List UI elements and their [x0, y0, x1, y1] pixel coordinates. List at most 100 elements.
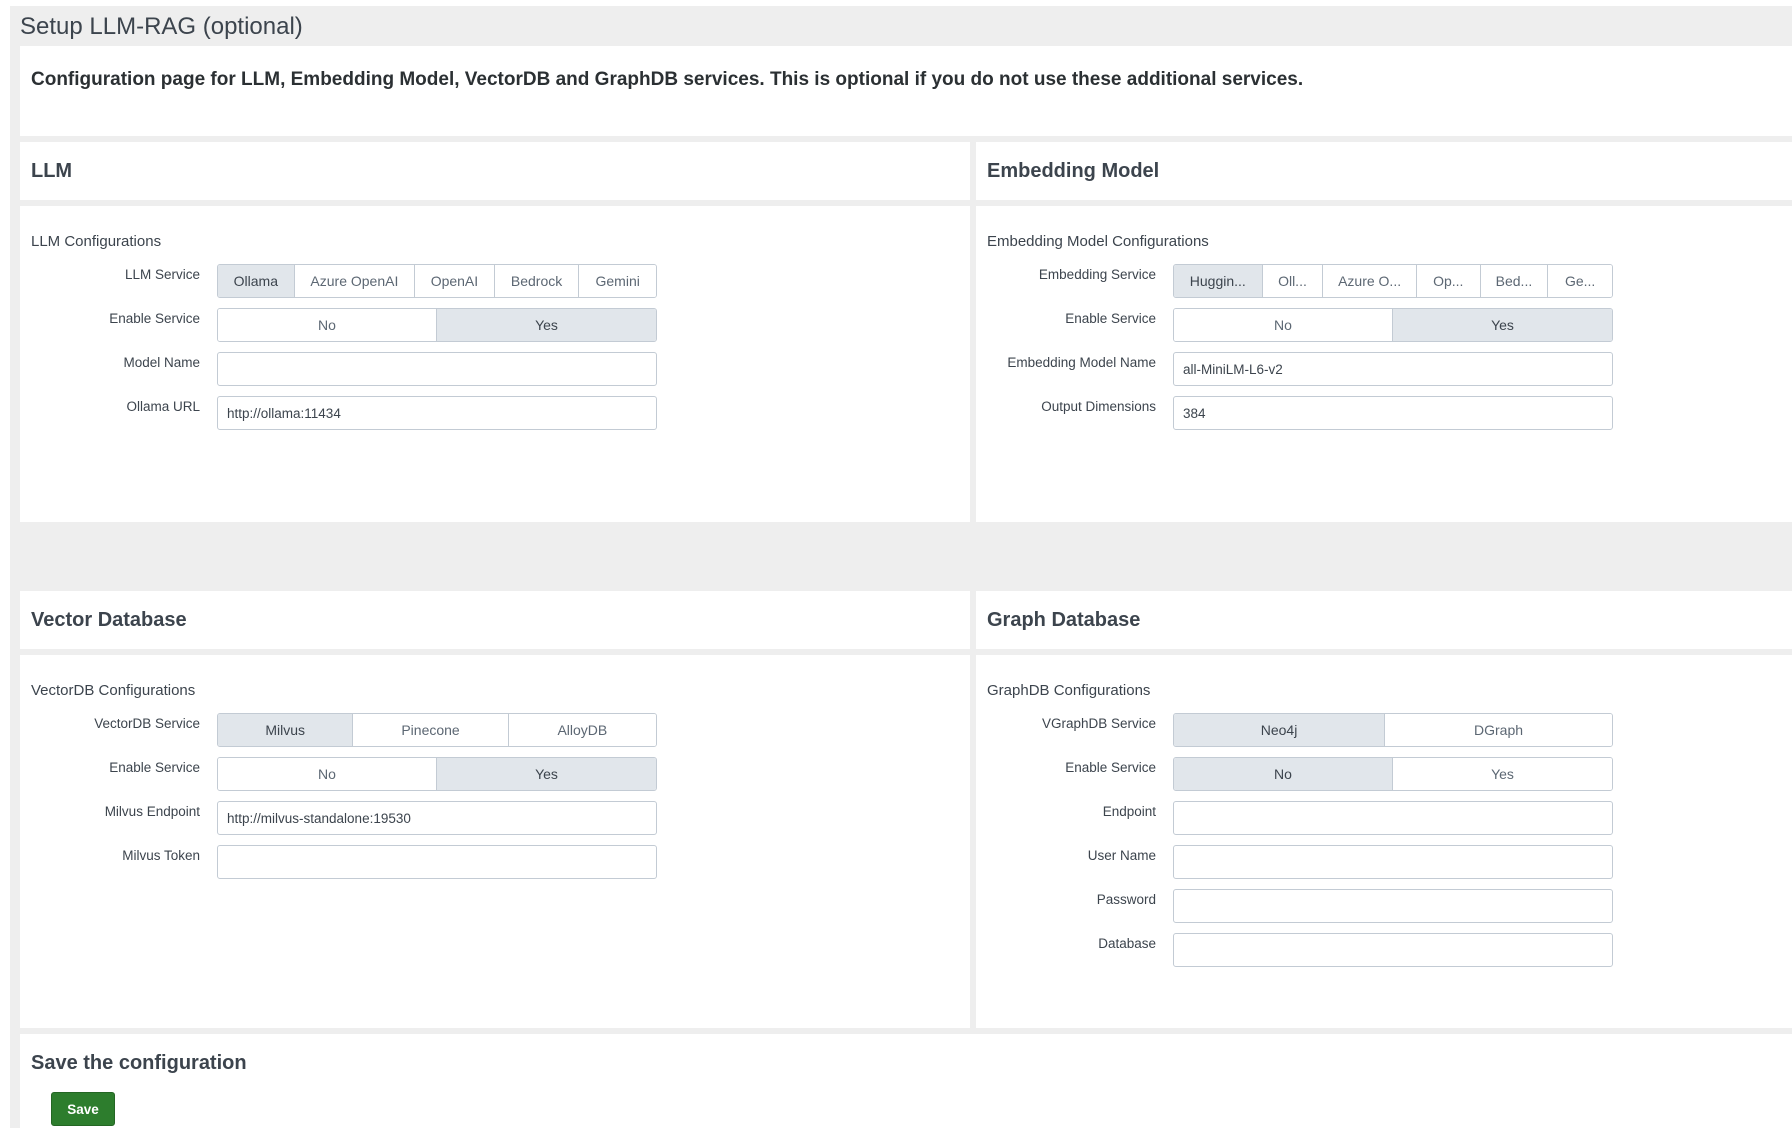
- milvus-token-row: Milvus Token: [20, 845, 970, 879]
- llm-model-name-input[interactable]: [217, 352, 657, 386]
- embedding-enable-row: Enable Service No Yes: [976, 308, 1792, 342]
- llm-service-option[interactable]: Gemini: [579, 265, 656, 297]
- embedding-panel: Embedding Model Embedding Model Configur…: [976, 142, 1792, 522]
- graphdb-endpoint-label: Endpoint: [1102, 804, 1156, 819]
- vectordb-enable-toggle: No Yes: [217, 757, 657, 791]
- embedding-dims-label: Output Dimensions: [1041, 399, 1156, 414]
- llm-panel-title: LLM: [31, 160, 73, 182]
- embedding-enable-toggle: No Yes: [1173, 308, 1613, 342]
- embedding-model-name-row: Embedding Model Name: [976, 352, 1792, 386]
- llm-configurations-label: LLM Configurations: [31, 233, 162, 250]
- embedding-enable-label: Enable Service: [1065, 311, 1156, 326]
- embedding-service-option[interactable]: Oll...: [1262, 265, 1324, 297]
- graphdb-service-row: VGraphDB Service Neo4j DGraph: [976, 713, 1792, 747]
- graphdb-username-label: User Name: [1087, 848, 1156, 863]
- embedding-service-option[interactable]: Op...: [1416, 265, 1481, 297]
- page-title: Setup LLM-RAG (optional): [20, 13, 303, 40]
- llm-enable-row: Enable Service No Yes: [20, 308, 970, 342]
- graphdb-endpoint-row: Endpoint: [976, 801, 1792, 835]
- embedding-service-option[interactable]: Azure O...: [1323, 265, 1417, 297]
- llm-service-option[interactable]: Ollama: [218, 265, 295, 297]
- vectordb-configurations-label: VectorDB Configurations: [31, 682, 196, 699]
- vectordb-enable-label: Enable Service: [109, 760, 200, 775]
- graphdb-database-label: Database: [1098, 936, 1156, 951]
- save-section: Save the configuration Save: [20, 1034, 1792, 1128]
- llm-model-name-label: Model Name: [123, 355, 200, 370]
- setup-page: Setup LLM-RAG (optional) Configuration p…: [10, 6, 1792, 1128]
- embedding-panel-title: Embedding Model: [987, 160, 1160, 182]
- save-section-title: Save the configuration: [31, 1052, 247, 1074]
- graphdb-configurations-label: GraphDB Configurations: [987, 682, 1151, 699]
- vectordb-panel: Vector Database VectorDB Configurations …: [20, 591, 970, 1028]
- graphdb-service-label: VGraphDB Service: [1041, 716, 1156, 731]
- graphdb-enable-yes[interactable]: Yes: [1393, 758, 1612, 790]
- graphdb-panel: Graph Database GraphDB Configurations VG…: [976, 591, 1792, 1028]
- graphdb-password-label: Password: [1096, 892, 1156, 907]
- llm-service-row: LLM Service Ollama Azure OpenAI OpenAI B…: [20, 264, 970, 298]
- graphdb-panel-header: Graph Database: [976, 591, 1792, 655]
- embedding-service-option[interactable]: Huggin...: [1174, 265, 1263, 297]
- vectordb-enable-no[interactable]: No: [218, 758, 437, 790]
- vectordb-enable-row: Enable Service No Yes: [20, 757, 970, 791]
- milvus-token-input[interactable]: [217, 845, 657, 879]
- vectordb-panel-header: Vector Database: [20, 591, 970, 655]
- llm-service-selector: Ollama Azure OpenAI OpenAI Bedrock Gemin…: [217, 264, 657, 298]
- graphdb-service-selector: Neo4j DGraph: [1173, 713, 1613, 747]
- llm-service-option[interactable]: Azure OpenAI: [294, 265, 416, 297]
- milvus-token-label: Milvus Token: [122, 848, 200, 863]
- intro-section: Configuration page for LLM, Embedding Mo…: [20, 46, 1792, 136]
- page-header: Setup LLM-RAG (optional): [10, 6, 1792, 46]
- llm-model-name-row: Model Name: [20, 352, 970, 386]
- graphdb-enable-no[interactable]: No: [1174, 758, 1393, 790]
- vectordb-service-label: VectorDB Service: [94, 716, 200, 731]
- graphdb-database-row: Database: [976, 933, 1792, 967]
- embedding-model-name-label: Embedding Model Name: [1007, 355, 1156, 370]
- llm-enable-yes[interactable]: Yes: [437, 309, 656, 341]
- graphdb-username-input[interactable]: [1173, 845, 1613, 879]
- llm-enable-no[interactable]: No: [218, 309, 437, 341]
- embedding-configurations-label: Embedding Model Configurations: [987, 233, 1209, 250]
- graphdb-service-option[interactable]: Neo4j: [1174, 714, 1386, 746]
- graphdb-enable-row: Enable Service No Yes: [976, 757, 1792, 791]
- page-description: Configuration page for LLM, Embedding Mo…: [31, 69, 1304, 90]
- embedding-model-name-input[interactable]: [1173, 352, 1613, 386]
- llm-service-label: LLM Service: [124, 267, 200, 282]
- save-button[interactable]: Save: [51, 1092, 115, 1126]
- graphdb-panel-title: Graph Database: [987, 609, 1141, 631]
- graphdb-enable-label: Enable Service: [1065, 760, 1156, 775]
- milvus-endpoint-row: Milvus Endpoint: [20, 801, 970, 835]
- milvus-endpoint-input[interactable]: [217, 801, 657, 835]
- vectordb-service-row: VectorDB Service Milvus Pinecone AlloyDB: [20, 713, 970, 747]
- llm-url-row: Ollama URL: [20, 396, 970, 430]
- output-dimensions-input[interactable]: [1173, 396, 1613, 430]
- graphdb-password-row: Password: [976, 889, 1792, 923]
- graphdb-password-input[interactable]: [1173, 889, 1613, 923]
- embedding-service-option[interactable]: Bed...: [1480, 265, 1549, 297]
- ollama-url-input[interactable]: [217, 396, 657, 430]
- embedding-enable-no[interactable]: No: [1174, 309, 1393, 341]
- llm-service-option[interactable]: OpenAI: [415, 265, 495, 297]
- graphdb-database-input[interactable]: [1173, 933, 1613, 967]
- embedding-panel-header: Embedding Model: [976, 142, 1792, 206]
- llm-url-label: Ollama URL: [126, 399, 200, 414]
- llm-panel: LLM LLM Configurations LLM Service Ollam…: [20, 142, 970, 522]
- vectordb-panel-title: Vector Database: [31, 609, 187, 631]
- graphdb-enable-toggle: No Yes: [1173, 757, 1613, 791]
- vectordb-service-option[interactable]: AlloyDB: [508, 714, 656, 746]
- vectordb-enable-yes[interactable]: Yes: [437, 758, 656, 790]
- embedding-service-label: Embedding Service: [1038, 267, 1156, 282]
- embedding-dims-row: Output Dimensions: [976, 396, 1792, 430]
- embedding-service-option[interactable]: Ge...: [1548, 265, 1612, 297]
- embedding-service-row: Embedding Service Huggin... Oll... Azure…: [976, 264, 1792, 298]
- llm-enable-toggle: No Yes: [217, 308, 657, 342]
- graphdb-username-row: User Name: [976, 845, 1792, 879]
- milvus-endpoint-label: Milvus Endpoint: [104, 804, 200, 819]
- vectordb-service-option[interactable]: Milvus: [218, 714, 354, 746]
- embedding-enable-yes[interactable]: Yes: [1393, 309, 1612, 341]
- llm-enable-label: Enable Service: [109, 311, 200, 326]
- vectordb-service-option[interactable]: Pinecone: [353, 714, 509, 746]
- llm-service-option[interactable]: Bedrock: [494, 265, 580, 297]
- graphdb-endpoint-input[interactable]: [1173, 801, 1613, 835]
- graphdb-service-option[interactable]: DGraph: [1385, 714, 1612, 746]
- embedding-service-selector: Huggin... Oll... Azure O... Op... Bed...…: [1173, 264, 1613, 298]
